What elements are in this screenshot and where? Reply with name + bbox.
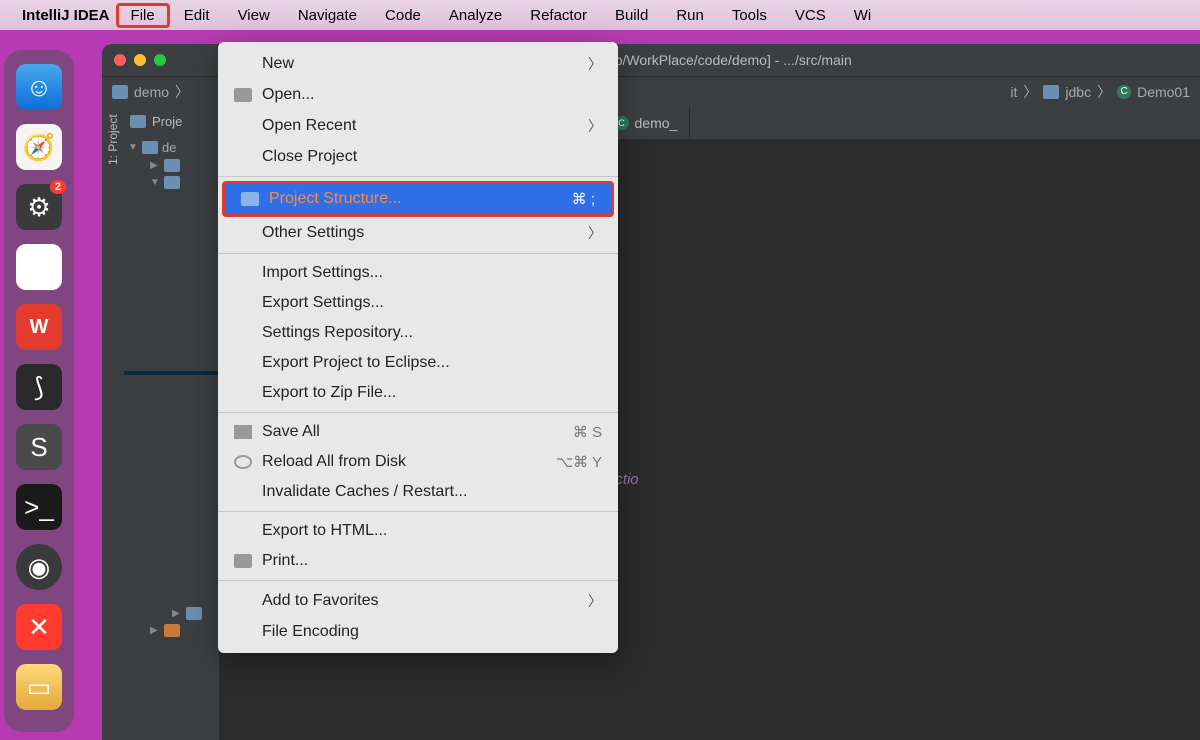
breadcrumb-class[interactable]: Demo01 <box>1137 84 1190 100</box>
dock-terminal-icon[interactable]: >_ <box>16 484 62 530</box>
print-icon <box>234 554 252 568</box>
menu-invalidate-caches[interactable]: Invalidate Caches / Restart... <box>218 477 618 507</box>
project-structure-icon <box>241 192 259 206</box>
tree-row[interactable]: ▶ <box>128 157 215 174</box>
menu-open-recent[interactable]: Open Recent〉 <box>218 110 618 142</box>
menu-file-encoding[interactable]: File Encoding <box>218 617 618 647</box>
menu-save-all[interactable]: Save All⌘ S <box>218 417 618 447</box>
menu-edit[interactable]: Edit <box>170 3 224 28</box>
dock-app-icon[interactable]: ⟆ <box>16 364 62 410</box>
macos-menubar: IntelliJ IDEA File Edit View Navigate Co… <box>0 0 1200 30</box>
dock-settings-icon[interactable]: ⚙ <box>16 184 62 230</box>
menu-separator <box>218 580 618 581</box>
folder-icon <box>164 159 180 172</box>
tree-row[interactable]: ▼de <box>128 138 215 157</box>
app-name: IntelliJ IDEA <box>22 7 110 24</box>
tree-row[interactable]: ▼ <box>128 174 215 191</box>
menu-close-project[interactable]: Close Project <box>218 142 618 172</box>
menu-new[interactable]: New〉 <box>218 48 618 80</box>
project-pane: Proje ▼de ▶ ▼ ▶ ▶ <box>124 106 220 740</box>
menu-code[interactable]: Code <box>371 3 435 28</box>
folder-icon <box>164 176 180 189</box>
menu-reload-disk[interactable]: Reload All from Disk⌥⌘ Y <box>218 447 618 477</box>
menu-export-settings[interactable]: Export Settings... <box>218 288 618 318</box>
dock-disc-icon[interactable]: ◉ <box>16 544 62 590</box>
menu-separator <box>218 511 618 512</box>
chevron-right-icon: 〉 <box>588 116 602 136</box>
menu-export-zip[interactable]: Export to Zip File... <box>218 378 618 408</box>
tree-row[interactable]: ▶ <box>128 622 215 639</box>
menu-settings-repo[interactable]: Settings Repository... <box>218 318 618 348</box>
dock-sublime-icon[interactable]: S <box>16 424 62 470</box>
menu-run[interactable]: Run <box>662 3 718 28</box>
menu-project-structure[interactable]: Project Structure...⌘ ; <box>225 184 611 214</box>
tree-row[interactable]: ▶ <box>128 605 215 622</box>
menu-vcs[interactable]: VCS <box>781 3 840 28</box>
dock-folder-icon[interactable]: ▭ <box>16 664 62 710</box>
menu-open[interactable]: Open... <box>218 80 618 110</box>
class-icon: C <box>1117 85 1131 99</box>
folder-icon <box>1043 85 1059 99</box>
chevron-right-icon: 〉 <box>588 223 602 243</box>
dock-safari-icon[interactable]: 🧭 <box>16 124 62 170</box>
breadcrumb-root[interactable]: demo <box>134 84 169 100</box>
menu-build[interactable]: Build <box>601 3 662 28</box>
menu-navigate[interactable]: Navigate <box>284 3 371 28</box>
menu-refactor[interactable]: Refactor <box>516 3 601 28</box>
menu-import-settings[interactable]: Import Settings... <box>218 258 618 288</box>
menu-analyze[interactable]: Analyze <box>435 3 516 28</box>
folder-icon <box>142 141 158 154</box>
chevron-right-icon: 〉 <box>588 54 602 74</box>
chevron-right-icon: 〉 <box>588 591 602 611</box>
menu-separator <box>218 412 618 413</box>
close-window-icon[interactable] <box>114 54 126 66</box>
minimize-window-icon[interactable] <box>134 54 146 66</box>
project-tree: ▼de ▶ ▼ ▶ ▶ <box>124 136 219 641</box>
project-pane-header[interactable]: Proje <box>124 106 219 136</box>
folder-icon <box>112 85 128 99</box>
dock-chrome-icon[interactable]: ◉ <box>16 244 62 290</box>
reload-icon <box>234 455 252 469</box>
menu-separator <box>218 253 618 254</box>
menu-add-favorites[interactable]: Add to Favorites〉 <box>218 585 618 617</box>
dock-close-app-icon[interactable]: ✕ <box>16 604 62 650</box>
menu-file[interactable]: File <box>116 3 170 28</box>
menu-other-settings[interactable]: Other Settings〉 <box>218 217 618 249</box>
folder-icon <box>164 624 180 637</box>
macos-dock: ☺ 🧭 ⚙ ◉ W ⟆ S >_ ◉ ✕ ▭ <box>4 50 74 732</box>
folder-open-icon <box>234 88 252 102</box>
menu-tools[interactable]: Tools <box>718 3 781 28</box>
project-rail-tab[interactable]: 1: Project <box>102 106 124 740</box>
menu-separator <box>218 176 618 177</box>
menu-window[interactable]: Wi <box>840 3 886 28</box>
dock-wps-icon[interactable]: W <box>16 304 62 350</box>
file-menu: New〉 Open... Open Recent〉 Close Project … <box>218 42 618 653</box>
menu-export-html[interactable]: Export to HTML... <box>218 516 618 546</box>
menu-print[interactable]: Print... <box>218 546 618 576</box>
dock-finder-icon[interactable]: ☺ <box>16 64 62 110</box>
folder-icon <box>186 607 202 620</box>
menu-view[interactable]: View <box>224 3 284 28</box>
project-icon <box>130 115 146 128</box>
menu-export-eclipse[interactable]: Export Project to Eclipse... <box>218 348 618 378</box>
traffic-lights <box>114 54 166 66</box>
save-icon <box>234 425 252 439</box>
maximize-window-icon[interactable] <box>154 54 166 66</box>
breadcrumb-pkg[interactable]: jdbc <box>1065 84 1091 100</box>
